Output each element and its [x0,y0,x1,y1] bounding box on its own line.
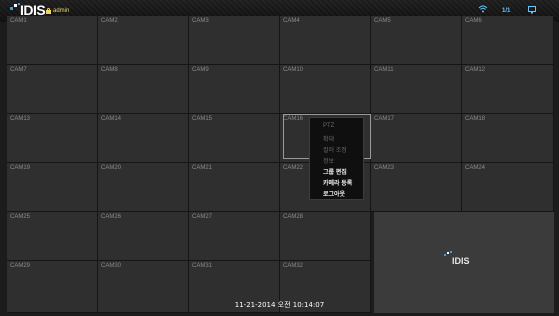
menu-item-color-adjust: 컬러 조정 [323,148,347,154]
camera-label: CAM12 [465,67,486,73]
camera-tile[interactable]: CAM13 [7,114,98,163]
camera-label: CAM20 [101,165,122,171]
camera-tile[interactable]: CAM17 [371,114,462,163]
camera-label: CAM23 [374,165,395,171]
camera-tile[interactable]: CAM4 [280,16,371,65]
menu-item-info: 정보 [323,159,335,165]
camera-label: CAM18 [465,116,486,122]
camera-tile[interactable]: CAM2 [98,16,189,65]
camera-tile[interactable]: CAM25 [7,212,98,261]
camera-label: CAM5 [374,18,391,24]
camera-tile[interactable]: CAM9 [189,65,280,114]
camera-tile[interactable]: CAM26 [98,212,189,261]
username: admin [53,8,70,14]
menu-item-group-edit[interactable]: 그룹 편집 [323,167,347,176]
camera-label: CAM2 [101,18,118,24]
menu-item-zoom: 확대 [323,137,335,143]
camera-label: CAM22 [283,165,304,171]
menu-item-logout[interactable]: 로그아웃 [323,189,345,198]
camera-label: CAM15 [192,116,213,122]
camera-tile[interactable]: CAM19 [7,163,98,212]
camera-label: CAM17 [374,116,395,122]
camera-tile[interactable]: CAM11 [371,65,462,114]
camera-label: CAM6 [465,18,482,24]
camera-tile[interactable]: CAM24 [462,163,554,212]
page-indicator[interactable]: 1/1 [502,8,510,14]
user-indicator[interactable]: admin [46,8,69,14]
menu-item-ptz: PTZ [323,123,335,129]
camera-tile[interactable]: CAM3 [189,16,280,65]
camera-label: CAM13 [10,116,31,122]
camera-label: CAM11 [374,67,394,73]
context-menu: PTZ 확대 컬러 조정 정보 그룹 편집 카메라 등록 로그아웃 [309,117,364,200]
camera-label: CAM10 [283,67,304,73]
camera-tile[interactable]: CAM14 [98,114,189,163]
camera-tile[interactable]: CAM1 [7,16,98,65]
camera-tile[interactable]: CAM23 [371,163,462,212]
logo-panel: IDIS [374,212,554,313]
camera-tile[interactable]: CAM7 [7,65,98,114]
camera-tile[interactable]: CAM15 [189,114,280,163]
camera-label: CAM29 [10,263,31,269]
camera-label: CAM32 [283,263,304,269]
camera-label: CAM14 [101,116,122,122]
network-icon[interactable] [478,5,488,13]
camera-label: CAM1 [10,18,27,24]
camera-label: CAM28 [283,214,304,220]
camera-label: CAM8 [101,67,118,73]
panel-logo: IDIS [452,256,470,266]
camera-label: CAM26 [101,214,122,220]
camera-label: CAM7 [10,67,27,73]
camera-label: CAM30 [101,263,122,269]
camera-tile[interactable]: CAM20 [98,163,189,212]
idis-logo-icon [444,251,452,258]
camera-label: CAM24 [465,165,486,171]
camera-label: CAM4 [283,18,300,24]
camera-label: CAM19 [10,165,31,171]
datetime-display: 11-21-2014 오전 10:14:07 [234,301,325,309]
camera-label: CAM27 [192,214,213,220]
lock-icon [46,8,51,14]
camera-tile[interactable]: CAM21 [189,163,280,212]
camera-tile[interactable]: CAM8 [98,65,189,114]
camera-tile[interactable]: CAM18 [462,114,554,163]
camera-tile[interactable]: CAM5 [371,16,462,65]
camera-tile[interactable]: CAM27 [189,212,280,261]
camera-label: CAM3 [192,18,209,24]
camera-label: CAM31 [192,263,213,269]
camera-label: CAM9 [192,67,209,73]
camera-label: CAM25 [10,214,31,220]
monitor-icon[interactable] [528,6,536,14]
camera-tile[interactable]: CAM6 [462,16,554,65]
camera-tile[interactable]: CAM28 [280,212,371,261]
camera-tile[interactable]: CAM10 [280,65,371,114]
camera-tile[interactable]: CAM12 [462,65,554,114]
menu-item-register-camera[interactable]: 카메라 등록 [323,178,352,187]
camera-label: CAM21 [192,165,213,171]
